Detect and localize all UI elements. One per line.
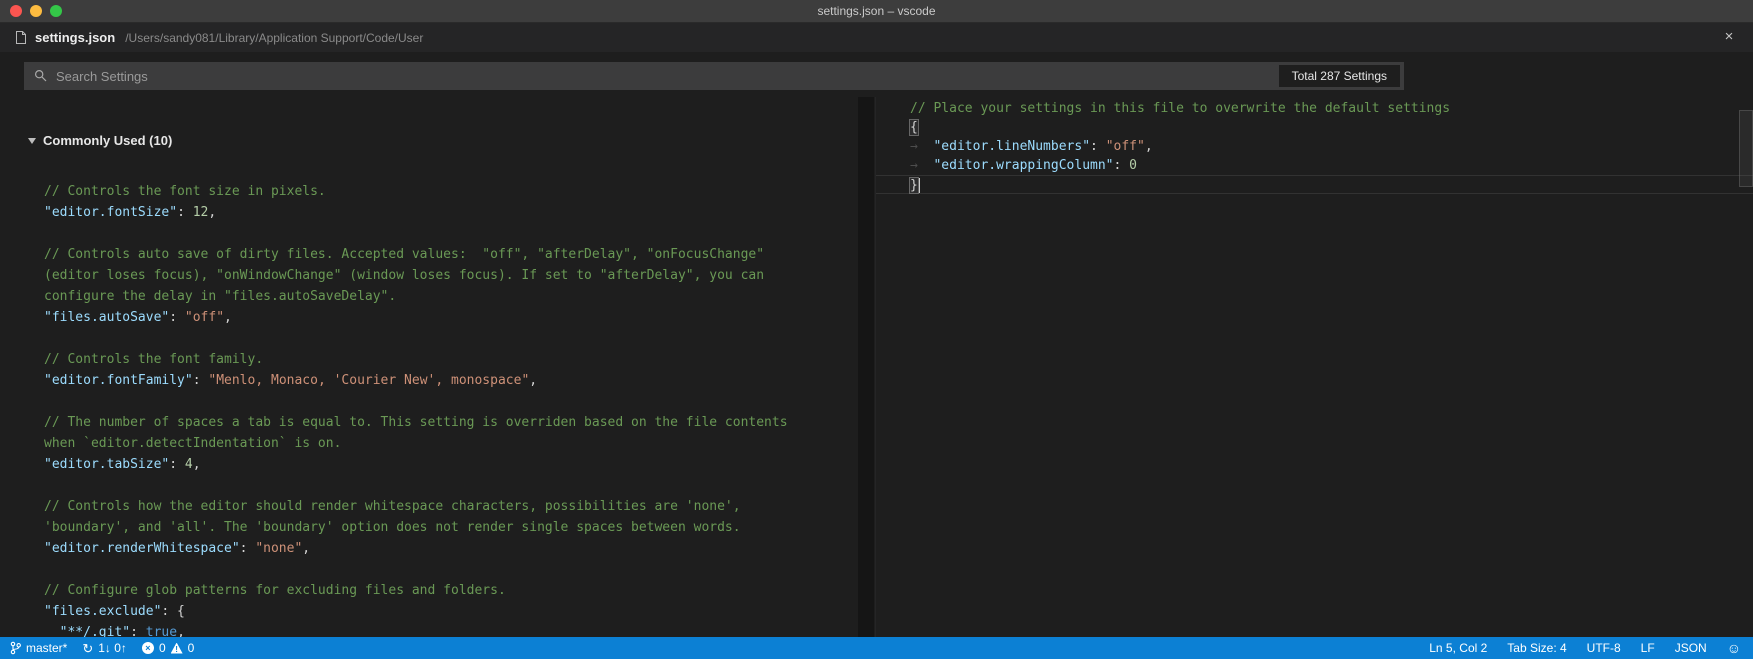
tab-file-name[interactable]: settings.json: [35, 30, 115, 45]
maximize-window-button[interactable]: [50, 5, 62, 17]
section-header-label: Commonly Used (10): [43, 133, 173, 148]
settings-search-input[interactable]: Search Settings Total 287 Settings: [24, 62, 1404, 90]
code-line: // Controls the font size in pixels.: [44, 184, 326, 199]
code-line: "files.exclude": {: [44, 604, 185, 619]
code-line: → "editor.wrappingColumn": 0: [910, 158, 1137, 173]
code-line: "editor.tabSize": 4,: [44, 457, 201, 472]
settings-header: Search Settings Total 287 Settings USER …: [0, 52, 1753, 139]
tab-file-path: /Users/sandy081/Library/Application Supp…: [125, 30, 424, 45]
titlebar: settings.json – vscode: [0, 0, 1753, 23]
file-icon: [15, 30, 27, 45]
default-settings-code: // Controls the font size in pixels. "edi…: [0, 181, 874, 637]
code-line: // Configure glob patterns for excluding…: [44, 583, 506, 598]
user-settings-editor[interactable]: // Place your settings in this file to o…: [875, 97, 1753, 637]
left-editor-scrollbar[interactable]: [858, 97, 874, 637]
error-count: 0: [158, 641, 166, 655]
code-line: // Controls auto save of dirty files. Ac…: [44, 247, 765, 262]
code-line: "files.autoSave": "off",: [44, 310, 232, 325]
language-mode-item[interactable]: JSON: [1675, 641, 1707, 655]
minimize-window-button[interactable]: [30, 5, 42, 17]
warning-icon: !: [170, 642, 183, 654]
status-bar-left: master* ↻ 1↓ 0↑ × 0 ! 0: [0, 641, 194, 655]
git-branch-label: master*: [26, 641, 68, 655]
git-branch-item[interactable]: master*: [10, 641, 67, 655]
encoding-item[interactable]: UTF-8: [1587, 641, 1621, 655]
editor-group: Commonly Used (10) // Controls the font …: [0, 97, 1753, 637]
code-line: // Place your settings in this file to o…: [910, 101, 1451, 116]
error-icon: ×: [141, 642, 154, 654]
code-line: "editor.renderWhitespace": "none",: [44, 541, 311, 556]
tab-size-item[interactable]: Tab Size: 4: [1507, 641, 1566, 655]
code-line: (editor loses focus), "onWindowChange" (…: [44, 268, 765, 283]
status-bar-right: Ln 5, Col 2 Tab Size: 4 UTF-8 LF JSON ☺: [1429, 641, 1753, 655]
editor-tab-bar: settings.json /Users/sandy081/Library/Ap…: [0, 23, 1753, 52]
close-editor-icon[interactable]: ×: [1719, 27, 1739, 47]
code-line: "editor.fontSize": 12,: [44, 205, 217, 220]
window-title: settings.json – vscode: [817, 4, 936, 18]
feedback-smiley-icon[interactable]: ☺: [1727, 641, 1741, 655]
user-settings-code: // Place your settings in this file to o…: [876, 99, 1753, 194]
code-line: 'boundary', and 'all'. The 'boundary' op…: [44, 520, 741, 535]
code-line: → "editor.lineNumbers": "off",: [910, 139, 1153, 154]
code-line: configure the delay in "files.autoSaveDe…: [44, 289, 397, 304]
code-line: // The number of spaces a tab is equal t…: [44, 415, 788, 430]
traffic-lights: [10, 5, 62, 17]
cursor-position-item[interactable]: Ln 5, Col 2: [1429, 641, 1487, 655]
git-sync-item[interactable]: ↻ 1↓ 0↑: [82, 641, 127, 655]
code-line: "editor.fontFamily": "Menlo, Monaco, 'Co…: [44, 373, 538, 388]
warning-count: 0: [187, 641, 195, 655]
status-bar: master* ↻ 1↓ 0↑ × 0 ! 0 Ln 5, Col 2 Tab …: [0, 637, 1753, 659]
code-line: when `editor.detectIndentation` is on.: [44, 436, 342, 451]
settings-count-badge: Total 287 Settings: [1278, 65, 1400, 87]
right-editor-scrollbar[interactable]: [1739, 110, 1753, 187]
code-line: {: [909, 119, 919, 136]
code-line: // Controls the font family.: [44, 352, 264, 367]
sync-icon: ↻: [82, 640, 94, 656]
collapse-triangle-icon: [28, 137, 36, 144]
code-line: }: [876, 175, 1753, 194]
problems-item[interactable]: × 0 ! 0: [141, 641, 195, 655]
search-placeholder: Search Settings: [56, 68, 148, 84]
code-line: // Controls how the editor should render…: [44, 499, 741, 514]
default-settings-editor[interactable]: Commonly Used (10) // Controls the font …: [0, 97, 874, 637]
eol-item[interactable]: LF: [1641, 641, 1655, 655]
search-icon: [34, 69, 48, 83]
close-window-button[interactable]: [10, 5, 22, 17]
sync-counts-label: 1↓ 0↑: [98, 641, 127, 655]
git-branch-icon: [10, 641, 21, 655]
settings-section-header[interactable]: Commonly Used (10): [28, 133, 172, 148]
code-line: "**/.git": true,: [59, 625, 185, 637]
